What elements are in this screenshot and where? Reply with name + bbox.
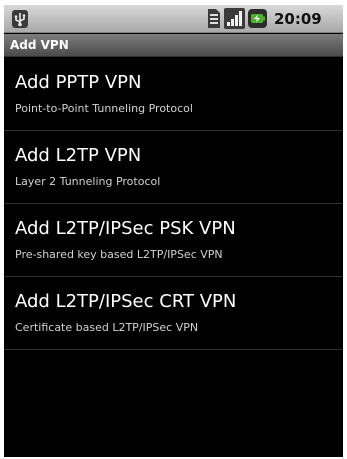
list-item-title: Add L2TP/IPSec CRT VPN [15,291,237,312]
list-item-title: Add L2TP/IPSec PSK VPN [15,218,236,239]
list-item-add-l2tp-ipsec-crt-vpn[interactable]: Add L2TP/IPSec CRT VPN Certificate based… [4,277,343,350]
phone-screen: 20:09 Add VPN Add PPTP VPN Point-to-Poin… [4,5,343,457]
title-bar: Add VPN [4,34,343,57]
status-bar: 20:09 [4,5,343,33]
list-item-title: Add L2TP VPN [15,145,142,166]
list-item-subtitle: Certificate based L2TP/IPSec VPN [15,321,199,334]
sim-card-icon [208,9,220,28]
list-item-subtitle: Pre-shared key based L2TP/IPSec VPN [15,248,223,261]
list-item-add-pptp-vpn[interactable]: Add PPTP VPN Point-to-Point Tunneling Pr… [4,58,343,131]
list-item-add-l2tp-ipsec-psk-vpn[interactable]: Add L2TP/IPSec PSK VPN Pre-shared key ba… [4,204,343,277]
signal-icon [224,8,245,29]
vpn-type-list: Add PPTP VPN Point-to-Point Tunneling Pr… [4,58,343,350]
status-bar-clock: 20:09 [274,10,322,28]
list-item-title: Add PPTP VPN [15,72,142,93]
list-item-add-l2tp-vpn[interactable]: Add L2TP VPN Layer 2 Tunneling Protocol [4,131,343,204]
list-item-subtitle: Point-to-Point Tunneling Protocol [15,102,193,115]
list-item-subtitle: Layer 2 Tunneling Protocol [15,175,161,188]
battery-charging-icon [248,9,267,28]
page-title: Add VPN [10,38,69,52]
usb-icon [12,10,28,28]
